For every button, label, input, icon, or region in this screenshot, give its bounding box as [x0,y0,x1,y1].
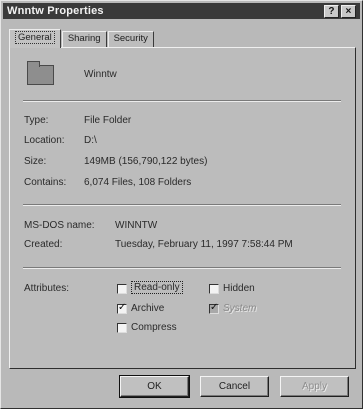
location-label: Location: [24,135,65,146]
help-button[interactable]: ? [324,5,339,18]
tab-strip: General Sharing Security [9,28,155,48]
cancel-button[interactable]: Cancel [200,376,269,397]
apply-button[interactable]: Apply [280,376,349,397]
msdos-name-label: MS-DOS name: [24,220,95,231]
separator [23,204,341,206]
tab-general[interactable]: General [9,29,61,48]
compress-label[interactable]: Compress [131,322,177,333]
type-value: File Folder [84,115,132,126]
size-value: 149MB (156,790,122 bytes) [84,156,208,167]
location-value: D:\ [84,135,97,146]
read-only-label[interactable]: Read-only [131,281,183,294]
tab-sharing[interactable]: Sharing [61,31,107,47]
separator [23,267,341,269]
attributes-label: Attributes: [24,283,70,294]
archive-checkbox[interactable] [117,302,127,314]
close-button[interactable]: × [341,5,356,18]
type-label: Type: [24,115,49,126]
hidden-label[interactable]: Hidden [223,283,255,294]
folder-icon [27,61,54,85]
archive-label[interactable]: Archive [131,303,164,314]
general-panel [9,47,356,369]
tab-security[interactable]: Security [107,31,154,47]
contains-value: 6,074 Files, 108 Folders [84,177,192,188]
title-bar[interactable]: Wnntw Properties ? × [3,3,360,19]
read-only-checkbox[interactable] [117,284,127,294]
created-label: Created: [24,239,63,250]
contains-label: Contains: [24,177,67,188]
created-value: Tuesday, February 11, 1997 7:58:44 PM [115,239,293,250]
separator [23,100,341,102]
system-label: System [223,303,257,314]
folder-name: Winntw [84,69,117,80]
system-checkbox [209,302,219,314]
msdos-name-value: WINNTW [115,220,158,231]
size-label: Size: [24,156,47,167]
hidden-checkbox[interactable] [209,284,219,294]
ok-button[interactable]: OK [119,375,190,398]
compress-checkbox[interactable] [117,323,127,333]
properties-window: Wnntw Properties ? × General Sharing Sec… [0,0,363,409]
window-title: Wnntw Properties [7,5,104,17]
